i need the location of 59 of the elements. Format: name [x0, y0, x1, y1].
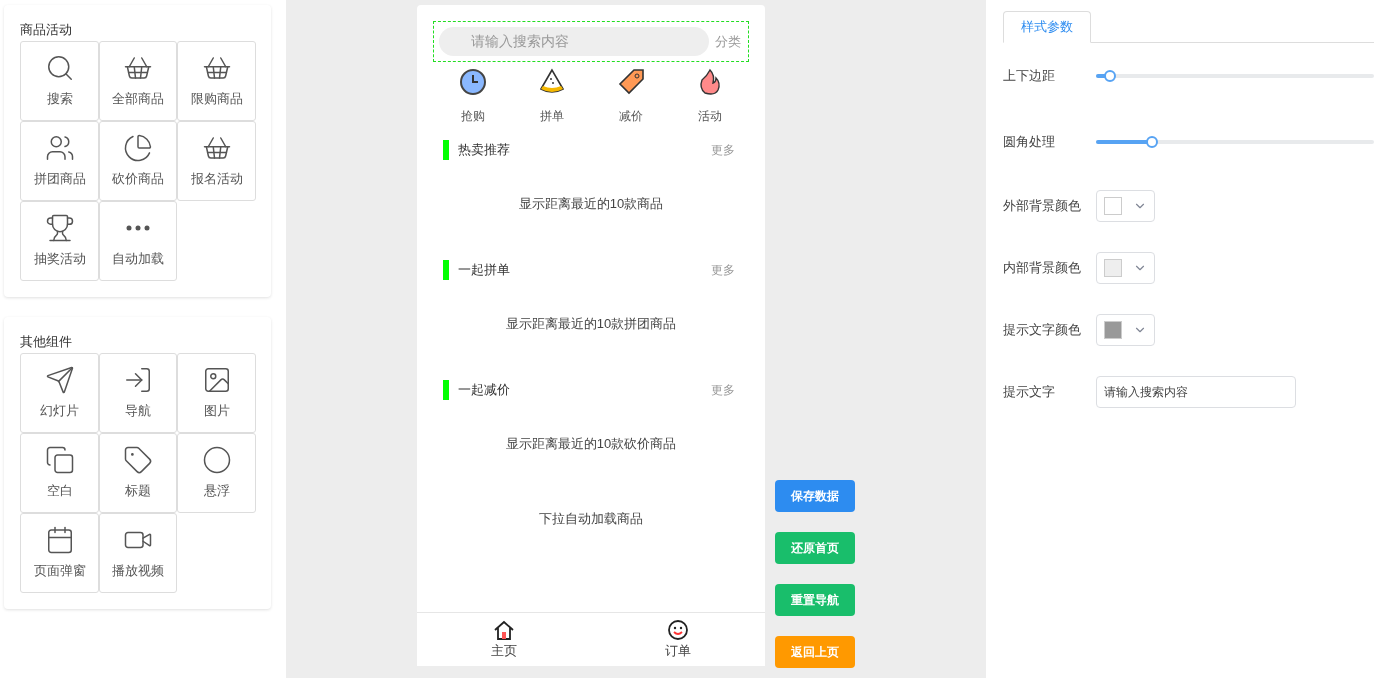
- section-title: 热卖推荐: [458, 141, 510, 160]
- setting-label: 提示文字颜色: [1003, 321, 1082, 340]
- quick-nav-label[interactable]: 拼单: [539, 107, 564, 125]
- color-picker[interactable]: [1096, 252, 1155, 284]
- component-tile[interactable]: 空白: [20, 433, 99, 513]
- section-marker: [443, 380, 449, 400]
- dots-icon: [126, 225, 150, 232]
- slider-thumb[interactable]: [1145, 136, 1158, 148]
- color-picker[interactable]: [1096, 190, 1155, 222]
- settings-tab[interactable]: 样式参数: [1003, 11, 1091, 43]
- pie-chart-icon: [123, 133, 153, 164]
- section-placeholder-text: 显示距离最近的10款砍价商品: [504, 435, 678, 453]
- component-tile[interactable]: 页面弹窗: [20, 513, 99, 593]
- smiley-icon: [667, 618, 689, 641]
- component-tile[interactable]: 图片: [177, 353, 256, 433]
- component-tile[interactable]: 全部商品: [99, 41, 177, 121]
- section-placeholder-text: 显示距离最近的10款拼团商品: [504, 315, 678, 333]
- setting-label: 提示文字: [1003, 383, 1056, 402]
- section-marker: [443, 260, 449, 280]
- component-tile[interactable]: 限购商品: [177, 41, 256, 121]
- component-tile[interactable]: 标题: [99, 433, 177, 513]
- component-tile[interactable]: 导航: [99, 353, 177, 433]
- search-field[interactable]: 请输入搜索内容: [439, 27, 709, 56]
- quick-nav-label[interactable]: 减价: [618, 107, 643, 125]
- text-input[interactable]: 请输入搜索内容: [1096, 376, 1296, 408]
- stacked-squares-icon: [44, 445, 75, 476]
- component-tile[interactable]: 幻灯片: [20, 353, 99, 433]
- search-input[interactable]: 请输入搜索内容: [471, 31, 709, 52]
- component-tile[interactable]: 悬浮: [177, 433, 256, 513]
- house-icon: [493, 618, 515, 641]
- slider-thumb[interactable]: [1103, 70, 1116, 82]
- tab-bar-item[interactable]: 订单: [591, 613, 765, 666]
- section-placeholder-text: 显示距离最近的10款商品: [517, 195, 665, 213]
- group-title: 其他组件: [20, 333, 73, 351]
- component-tile[interactable]: 报名活动: [177, 121, 256, 201]
- paper-plane-icon: [44, 365, 75, 396]
- section-marker: [443, 140, 449, 160]
- clock-icon: [457, 67, 488, 97]
- color-picker[interactable]: [1096, 314, 1155, 346]
- quick-nav-label[interactable]: 活动: [697, 107, 722, 125]
- section-title: 一起拼单: [458, 261, 510, 280]
- section-title: 一起减价: [458, 381, 510, 400]
- setting-label: 外部背景颜色: [1003, 197, 1082, 216]
- setting-label: 上下边距: [1003, 67, 1056, 86]
- group-title: 商品活动: [20, 21, 73, 39]
- setting-label: 圆角处理: [1003, 133, 1056, 152]
- component-tile[interactable]: 砍价商品: [99, 121, 177, 201]
- component-tile[interactable]: 抽奖活动: [20, 201, 99, 281]
- tab-bar-item[interactable]: 主页: [417, 613, 591, 666]
- component-tile[interactable]: 播放视频: [99, 513, 177, 593]
- load-more-text: 下拉自动加载商品: [538, 510, 644, 528]
- circle-icon: [201, 445, 232, 476]
- tag-icon: [123, 445, 153, 476]
- quick-nav-label[interactable]: 抢购: [460, 107, 485, 125]
- setting-label: 内部背景颜色: [1003, 259, 1082, 278]
- component-tile[interactable]: 搜索: [20, 41, 99, 121]
- trophy-icon: [44, 213, 75, 244]
- component-tile[interactable]: 拼团商品: [20, 121, 99, 201]
- component-tile[interactable]: 自动加载: [99, 201, 177, 281]
